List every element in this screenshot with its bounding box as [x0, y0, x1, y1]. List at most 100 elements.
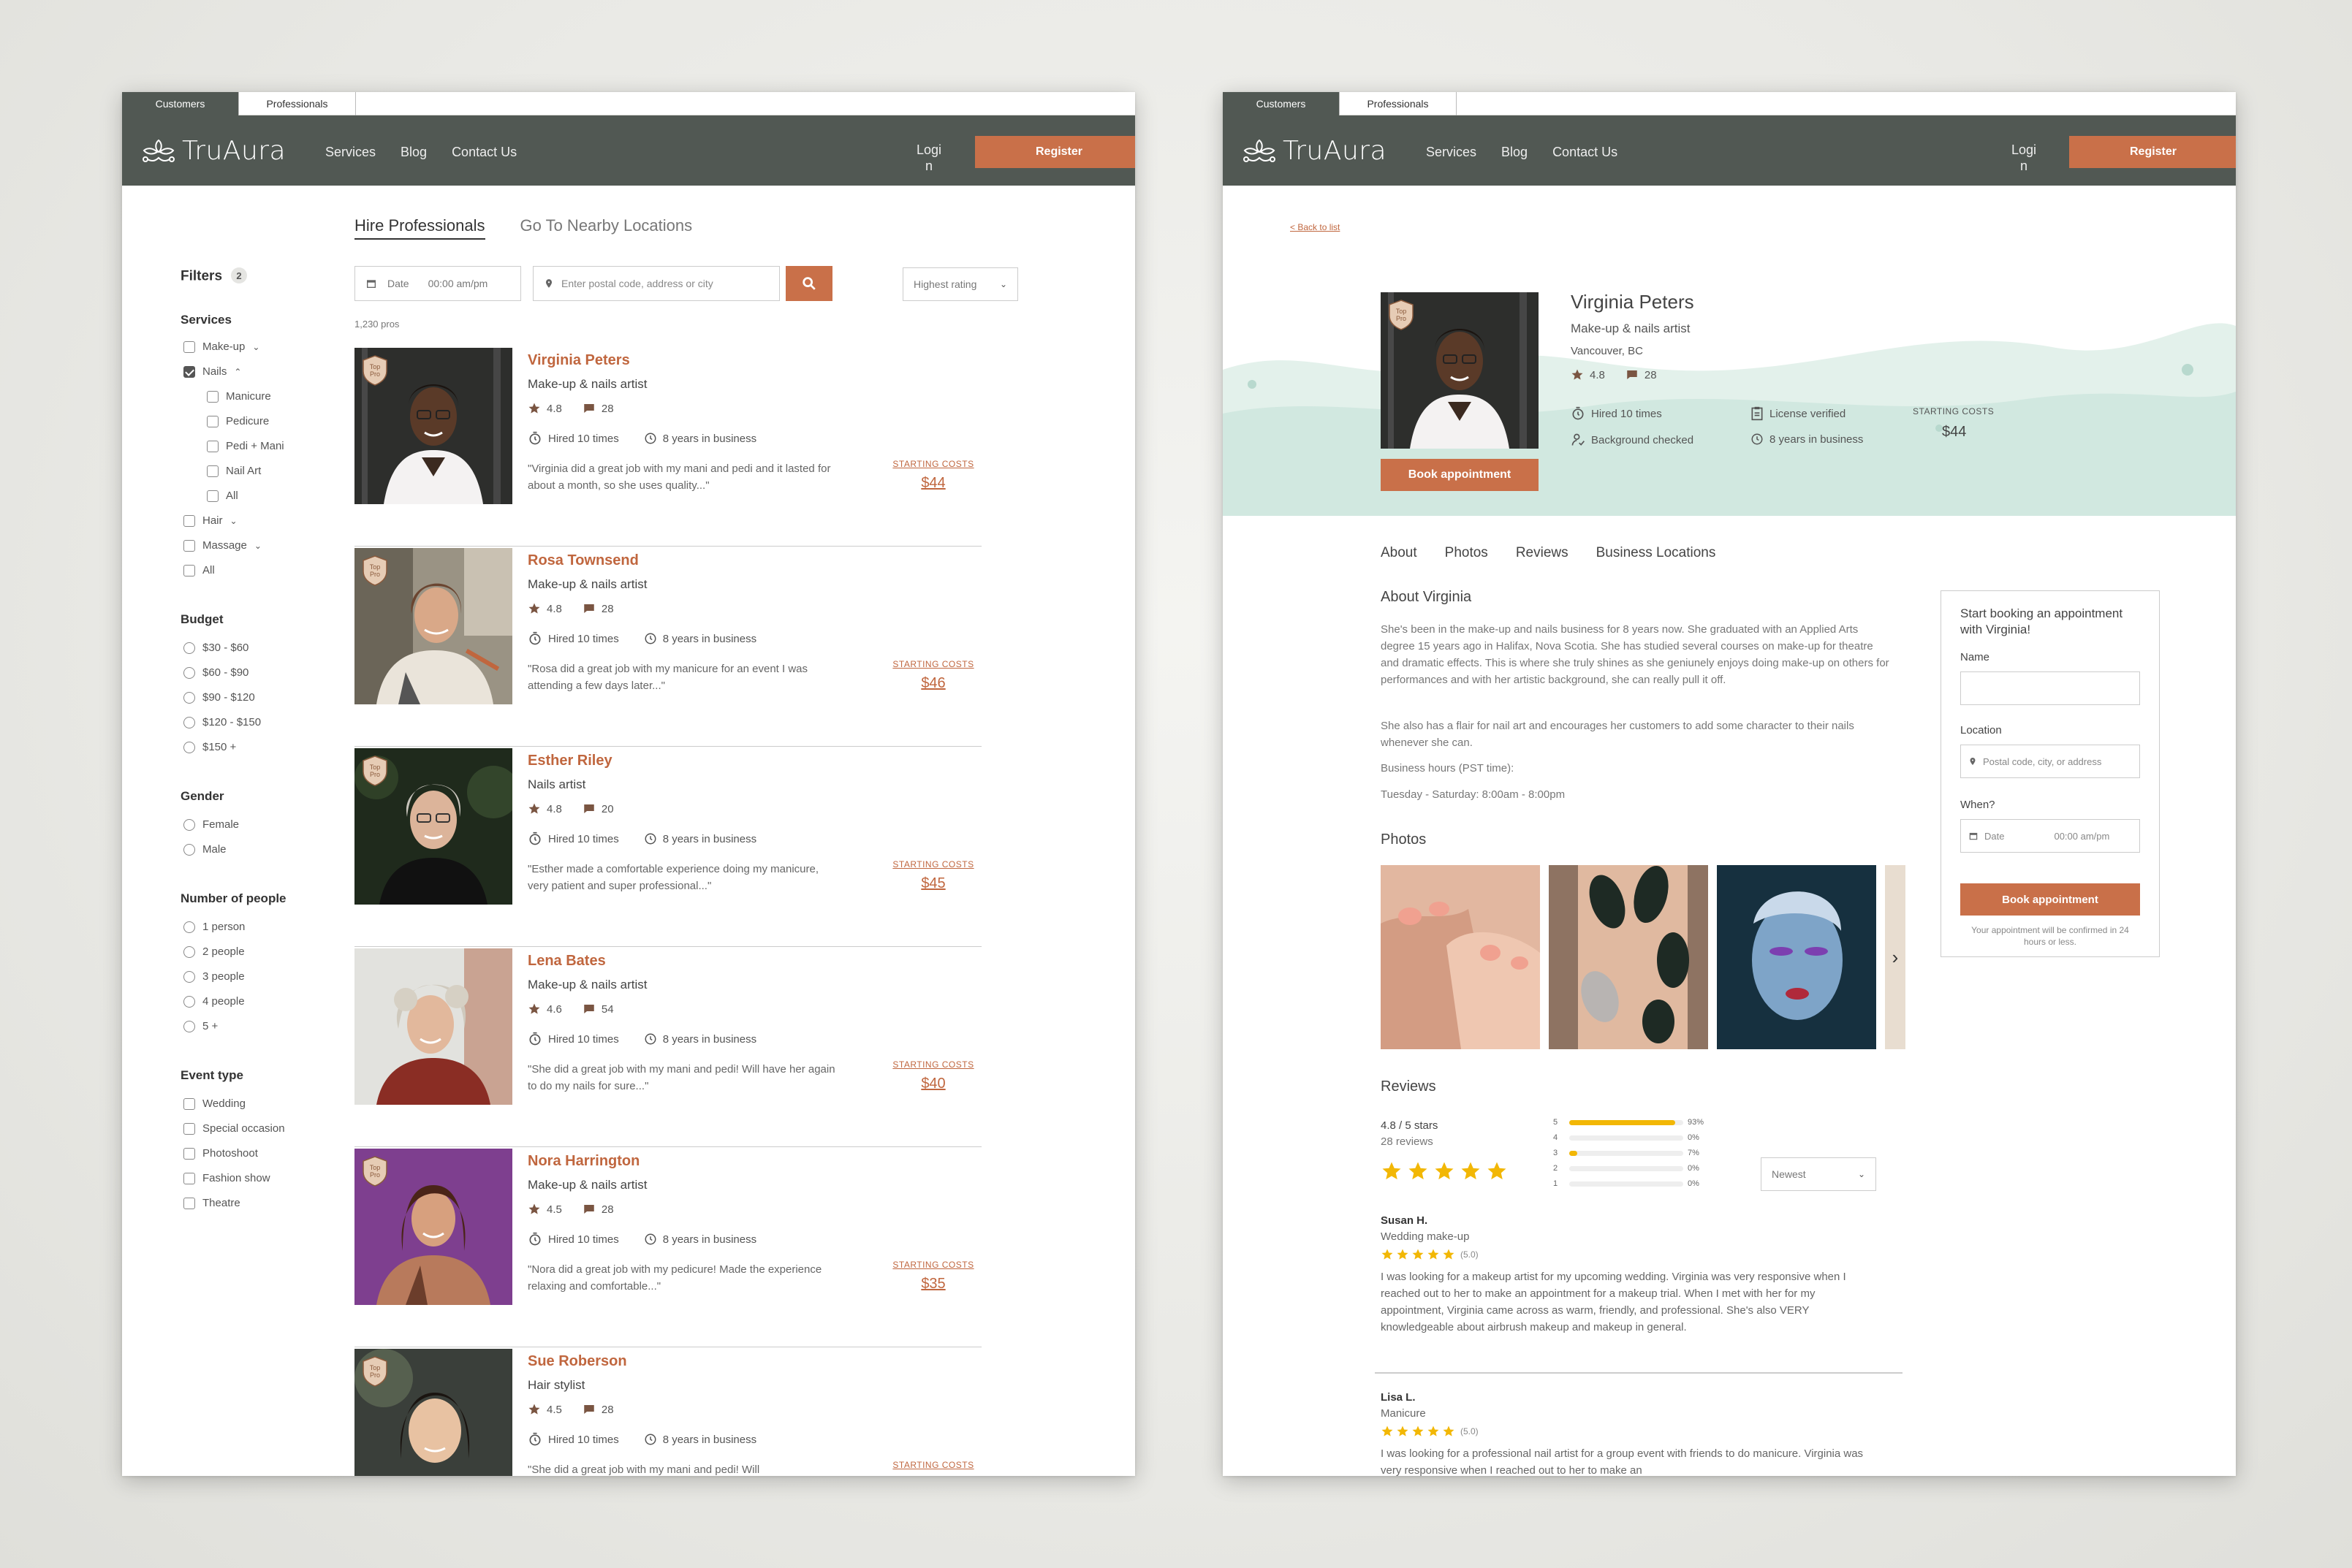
- brand-name: TruAura: [1283, 135, 1387, 166]
- gender-option[interactable]: Female: [183, 818, 239, 831]
- pro-price[interactable]: $35: [888, 1276, 979, 1293]
- pro-price[interactable]: $46: [888, 675, 979, 692]
- starting-costs-label[interactable]: STARTING COSTS: [888, 1260, 979, 1270]
- tab-customers[interactable]: Customers: [122, 92, 239, 115]
- budget-option[interactable]: $60 - $90: [183, 666, 249, 679]
- filter-pedi-mani[interactable]: Pedi + Mani: [207, 440, 284, 452]
- tab-customers[interactable]: Customers: [1223, 92, 1340, 115]
- event-option[interactable]: Fashion show: [183, 1172, 270, 1184]
- chevron-down-icon: ⌄: [229, 515, 238, 526]
- tab-nearby-locations[interactable]: Go To Nearby Locations: [520, 216, 693, 240]
- pro-price[interactable]: $44: [888, 475, 979, 492]
- filters-title: Filters 2: [181, 267, 248, 285]
- filter-makeup[interactable]: Make-up ⌄: [183, 340, 259, 353]
- gender-option[interactable]: Male: [183, 843, 227, 856]
- book-appointment-button[interactable]: Book appointment: [1381, 459, 1539, 491]
- starting-costs-label[interactable]: STARTING COSTS: [888, 1059, 979, 1070]
- date-time-input[interactable]: Date 00:00 am/pm: [1960, 819, 2140, 853]
- logo[interactable]: TruAura: [1240, 134, 1386, 167]
- name-input[interactable]: [1960, 671, 2140, 705]
- filter-services-all[interactable]: All: [183, 564, 215, 576]
- tab-professionals[interactable]: Professionals: [239, 92, 356, 115]
- book-appointment-button[interactable]: Book appointment: [1960, 883, 2140, 916]
- pro-card[interactable]: Top Pro Sue Roberson Hair stylist 4.5 28 H…: [354, 1349, 982, 1476]
- nav-services[interactable]: Services: [325, 145, 376, 160]
- filter-nails[interactable]: Nails ⌃: [183, 365, 241, 378]
- pro-name[interactable]: Virginia Peters: [528, 352, 630, 369]
- tab-photos[interactable]: Photos: [1445, 545, 1488, 561]
- budget-option[interactable]: $30 - $60: [183, 642, 249, 654]
- budget-option[interactable]: $120 - $150: [183, 716, 261, 728]
- filter-nail-art[interactable]: Nail Art: [207, 465, 261, 477]
- starting-costs-label[interactable]: STARTING COSTS: [888, 459, 979, 469]
- pro-name[interactable]: Nora Harrington: [528, 1153, 640, 1170]
- pro-card[interactable]: Lena Bates Make-up & nails artist 4.6 54 …: [354, 948, 982, 1147]
- filter-manicure[interactable]: Manicure: [207, 390, 271, 403]
- budget-option[interactable]: $90 - $120: [183, 691, 255, 704]
- event-option[interactable]: Special occasion: [183, 1122, 285, 1135]
- pro-name[interactable]: Sue Roberson: [528, 1353, 627, 1370]
- gallery-photo[interactable]: [1549, 865, 1708, 1049]
- star-icon: [1381, 1160, 1403, 1182]
- date-time-input[interactable]: Date 00:00 am/pm: [354, 266, 521, 301]
- event-option[interactable]: Wedding: [183, 1097, 246, 1110]
- nav-blog[interactable]: Blog: [1501, 145, 1528, 160]
- register-button[interactable]: Register: [975, 136, 1135, 168]
- tab-business-locations[interactable]: Business Locations: [1596, 545, 1716, 561]
- nav-contact[interactable]: Contact Us: [1552, 145, 1617, 160]
- search-button[interactable]: [786, 266, 832, 301]
- nav-contact[interactable]: Contact Us: [452, 145, 517, 160]
- gallery-photo[interactable]: [1717, 865, 1876, 1049]
- pro-card[interactable]: Top Pro Nora Harrington Make-up & nails a…: [354, 1149, 982, 1347]
- gallery-next-arrow[interactable]: ›: [1885, 865, 1905, 1049]
- back-to-list-link[interactable]: < Back to list: [1290, 222, 1340, 232]
- starting-costs-label[interactable]: STARTING COSTS: [888, 859, 979, 869]
- star-icon: [1433, 1160, 1455, 1182]
- pro-name[interactable]: Rosa Townsend: [528, 552, 639, 569]
- starting-costs-label[interactable]: STARTING COSTS: [888, 1460, 979, 1470]
- nav-services[interactable]: Services: [1426, 145, 1476, 160]
- pro-price[interactable]: $40: [888, 1076, 979, 1092]
- filters-count-badge: 2: [231, 267, 248, 283]
- event-option[interactable]: Theatre: [183, 1197, 240, 1209]
- tab-professionals[interactable]: Professionals: [1340, 92, 1457, 115]
- gallery-photo[interactable]: [1381, 865, 1540, 1049]
- nav-blog[interactable]: Blog: [401, 145, 427, 160]
- people-option[interactable]: 3 people: [183, 970, 245, 983]
- login-link[interactable]: Login: [2008, 142, 2039, 174]
- sort-select[interactable]: Highest rating ⌄: [903, 267, 1018, 301]
- list-mode-tabs: Hire Professionals Go To Nearby Location…: [354, 216, 692, 240]
- logo[interactable]: TruAura: [140, 134, 286, 167]
- location-search-input[interactable]: Enter postal code, address or city: [533, 266, 780, 301]
- review-sort-select[interactable]: Newest ⌄: [1761, 1157, 1876, 1191]
- pro-name[interactable]: Lena Bates: [528, 953, 606, 970]
- budget-option[interactable]: $150 +: [183, 741, 236, 753]
- pro-price[interactable]: $45: [888, 875, 979, 892]
- pro-card[interactable]: Top Pro Virginia Peters Make-up & nails a…: [354, 348, 982, 547]
- event-option[interactable]: Photoshoot: [183, 1147, 258, 1160]
- tab-reviews[interactable]: Reviews: [1516, 545, 1568, 561]
- login-link[interactable]: Login: [914, 142, 944, 174]
- filter-pedicure[interactable]: Pedicure: [207, 415, 269, 427]
- chevron-down-icon: ⌄: [254, 540, 262, 551]
- register-button[interactable]: Register: [2069, 136, 2236, 168]
- stopwatch-icon: [1571, 406, 1585, 421]
- hours-label: Business hours (PST time):: [1381, 762, 1514, 775]
- filter-hair[interactable]: Hair ⌄: [183, 514, 238, 527]
- tab-about[interactable]: About: [1381, 545, 1417, 561]
- pro-name[interactable]: Esther Riley: [528, 753, 612, 769]
- svg-text:Pro: Pro: [370, 771, 380, 778]
- people-option[interactable]: 2 people: [183, 945, 245, 958]
- filter-nails-all[interactable]: All: [207, 490, 238, 502]
- people-option[interactable]: 1 person: [183, 921, 245, 933]
- pro-card[interactable]: Top Pro Esther Riley Nails artist 4.8 20 H…: [354, 748, 982, 947]
- people-option[interactable]: 4 people: [183, 995, 245, 1008]
- people-option[interactable]: 5 +: [183, 1020, 218, 1032]
- pro-card[interactable]: Top Pro Rosa Townsend Make-up & nails art…: [354, 548, 982, 747]
- starting-costs-label[interactable]: STARTING COSTS: [888, 659, 979, 669]
- filter-massage[interactable]: Massage ⌄: [183, 539, 262, 552]
- clock-icon: [644, 1233, 657, 1246]
- location-input[interactable]: Postal code, city, or address: [1960, 745, 2140, 778]
- reviews-count: 28 reviews: [1381, 1135, 1433, 1148]
- tab-hire-professionals[interactable]: Hire Professionals: [354, 216, 485, 240]
